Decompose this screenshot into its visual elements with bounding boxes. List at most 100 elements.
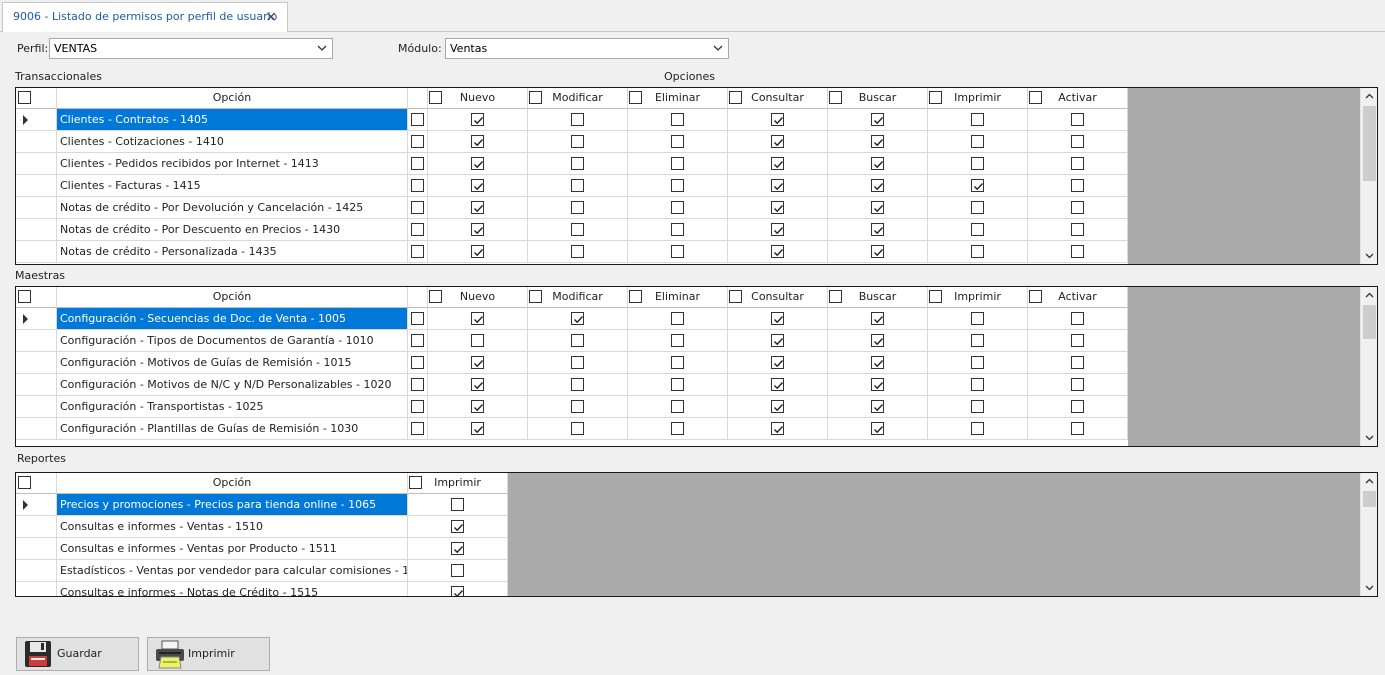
transaccionales-modificar-checkbox[interactable] [571,135,584,148]
maestras-eliminar-checkbox[interactable] [671,378,684,391]
maestras-imprimir-checkbox[interactable] [971,356,984,369]
maestras-header-modificar-checkbox[interactable] [529,290,542,303]
transaccionales-modificar-checkbox[interactable] [571,245,584,258]
maestras-header-nuevo-checkbox[interactable] [429,290,442,303]
transaccionales-option-label[interactable]: Clientes - Cotizaciones - 1410 [57,131,408,153]
transaccionales-eliminar-checkbox[interactable] [671,201,684,214]
maestras-option-label[interactable]: Configuración - Plantillas de Guías de R… [57,418,408,440]
scroll-thumb[interactable] [1363,491,1376,507]
scroll-down-icon[interactable] [1361,579,1377,596]
maestras-imprimir-checkbox[interactable] [971,334,984,347]
maestras-select-all-checkbox[interactable] [18,290,31,303]
scroll-thumb[interactable] [1363,106,1376,181]
transaccionales-nuevo-checkbox[interactable] [471,157,484,170]
transaccionales-eliminar-checkbox[interactable] [671,135,684,148]
maestras-consultar-checkbox[interactable] [771,334,784,347]
transaccionales-buscar-checkbox[interactable] [871,113,884,126]
transaccionales-activar-checkbox[interactable] [1071,201,1084,214]
transaccionales-vertical-scrollbar[interactable] [1360,88,1377,264]
transaccionales-nuevo-checkbox[interactable] [471,135,484,148]
modulo-select[interactable]: Ventas [445,38,729,59]
maestras-option-label[interactable]: Configuración - Secuencias de Doc. de Ve… [57,308,408,330]
maestras-row-select-checkbox[interactable] [411,378,424,391]
transaccionales-nuevo-checkbox[interactable] [471,113,484,126]
grid-maestras[interactable]: Opción Nuevo Modificar Eliminar Consultar Bus… [15,286,1378,447]
transaccionales-row-select-checkbox[interactable] [411,245,424,258]
reportes-option-label[interactable]: Consultas e informes - Notas de Crédito … [57,582,408,596]
transaccionales-row-select-checkbox[interactable] [411,113,424,126]
maestras-activar-checkbox[interactable] [1071,378,1084,391]
transaccionales-nuevo-checkbox[interactable] [471,179,484,192]
reportes-vertical-scrollbar[interactable] [1360,473,1377,596]
transaccionales-buscar-checkbox[interactable] [871,179,884,192]
maestras-imprimir-checkbox[interactable] [971,378,984,391]
transaccionales-imprimir-checkbox[interactable] [971,113,984,126]
transaccionales-option-label[interactable]: Notas de crédito - Por Descuento en Prec… [57,219,408,241]
scroll-down-icon[interactable] [1361,247,1377,264]
maestras-imprimir-checkbox[interactable] [971,312,984,325]
maestras-nuevo-checkbox[interactable] [471,356,484,369]
transaccionales-select-all-checkbox[interactable] [18,91,31,104]
print-button[interactable]: Imprimir [147,637,270,671]
maestras-activar-checkbox[interactable] [1071,356,1084,369]
transaccionales-header-consultar-checkbox[interactable] [729,91,742,104]
maestras-nuevo-checkbox[interactable] [471,334,484,347]
transaccionales-imprimir-checkbox[interactable] [971,179,984,192]
transaccionales-row-select-checkbox[interactable] [411,201,424,214]
transaccionales-activar-checkbox[interactable] [1071,179,1084,192]
reportes-imprimir-checkbox[interactable] [451,520,464,533]
maestras-vertical-scrollbar[interactable] [1360,287,1377,446]
maestras-buscar-checkbox[interactable] [871,312,884,325]
transaccionales-eliminar-checkbox[interactable] [671,179,684,192]
transaccionales-row-select-checkbox[interactable] [411,179,424,192]
maestras-buscar-checkbox[interactable] [871,378,884,391]
transaccionales-option-label[interactable]: Clientes - Facturas - 1415 [57,175,408,197]
maestras-modificar-checkbox[interactable] [571,312,584,325]
transaccionales-header-imprimir-checkbox[interactable] [929,91,942,104]
transaccionales-eliminar-checkbox[interactable] [671,245,684,258]
transaccionales-consultar-checkbox[interactable] [771,179,784,192]
transaccionales-activar-checkbox[interactable] [1071,223,1084,236]
reportes-select-all-checkbox[interactable] [18,476,31,489]
maestras-header-buscar-checkbox[interactable] [829,290,842,303]
transaccionales-header-activar-checkbox[interactable] [1029,91,1042,104]
maestras-buscar-checkbox[interactable] [871,356,884,369]
maestras-consultar-checkbox[interactable] [771,400,784,413]
maestras-row-select-checkbox[interactable] [411,422,424,435]
transaccionales-eliminar-checkbox[interactable] [671,113,684,126]
maestras-activar-checkbox[interactable] [1071,312,1084,325]
reportes-option-label[interactable]: Estadísticos - Ventas por vendedor para … [57,560,408,582]
transaccionales-imprimir-checkbox[interactable] [971,223,984,236]
transaccionales-consultar-checkbox[interactable] [771,135,784,148]
perfil-select[interactable]: VENTAS [49,38,333,59]
transaccionales-activar-checkbox[interactable] [1071,157,1084,170]
scroll-up-icon[interactable] [1361,88,1377,105]
save-button[interactable]: Guardar [16,637,139,671]
reportes-imprimir-checkbox[interactable] [451,586,464,596]
maestras-modificar-checkbox[interactable] [571,378,584,391]
transaccionales-buscar-checkbox[interactable] [871,201,884,214]
transaccionales-row-select-checkbox[interactable] [411,223,424,236]
maestras-header-eliminar-checkbox[interactable] [629,290,642,303]
maestras-activar-checkbox[interactable] [1071,334,1084,347]
maestras-consultar-checkbox[interactable] [771,356,784,369]
maestras-row-select-checkbox[interactable] [411,356,424,369]
maestras-header-activar-checkbox[interactable] [1029,290,1042,303]
reportes-imprimir-checkbox[interactable] [451,542,464,555]
maestras-eliminar-checkbox[interactable] [671,400,684,413]
transaccionales-activar-checkbox[interactable] [1071,135,1084,148]
transaccionales-consultar-checkbox[interactable] [771,113,784,126]
maestras-modificar-checkbox[interactable] [571,400,584,413]
maestras-eliminar-checkbox[interactable] [671,334,684,347]
transaccionales-activar-checkbox[interactable] [1071,245,1084,258]
maestras-buscar-checkbox[interactable] [871,400,884,413]
maestras-activar-checkbox[interactable] [1071,400,1084,413]
maestras-row-select-checkbox[interactable] [411,334,424,347]
transaccionales-imprimir-checkbox[interactable] [971,201,984,214]
maestras-consultar-checkbox[interactable] [771,312,784,325]
transaccionales-row-select-checkbox[interactable] [411,157,424,170]
grid-transaccionales[interactable]: Opción Nuevo Modificar Eliminar Consultar Bus… [15,87,1378,265]
reportes-option-label[interactable]: Consultas e informes - Ventas por Produc… [57,538,408,560]
transaccionales-option-label[interactable]: Notas de crédito - Personalizada - 1435 [57,241,408,263]
maestras-nuevo-checkbox[interactable] [471,422,484,435]
